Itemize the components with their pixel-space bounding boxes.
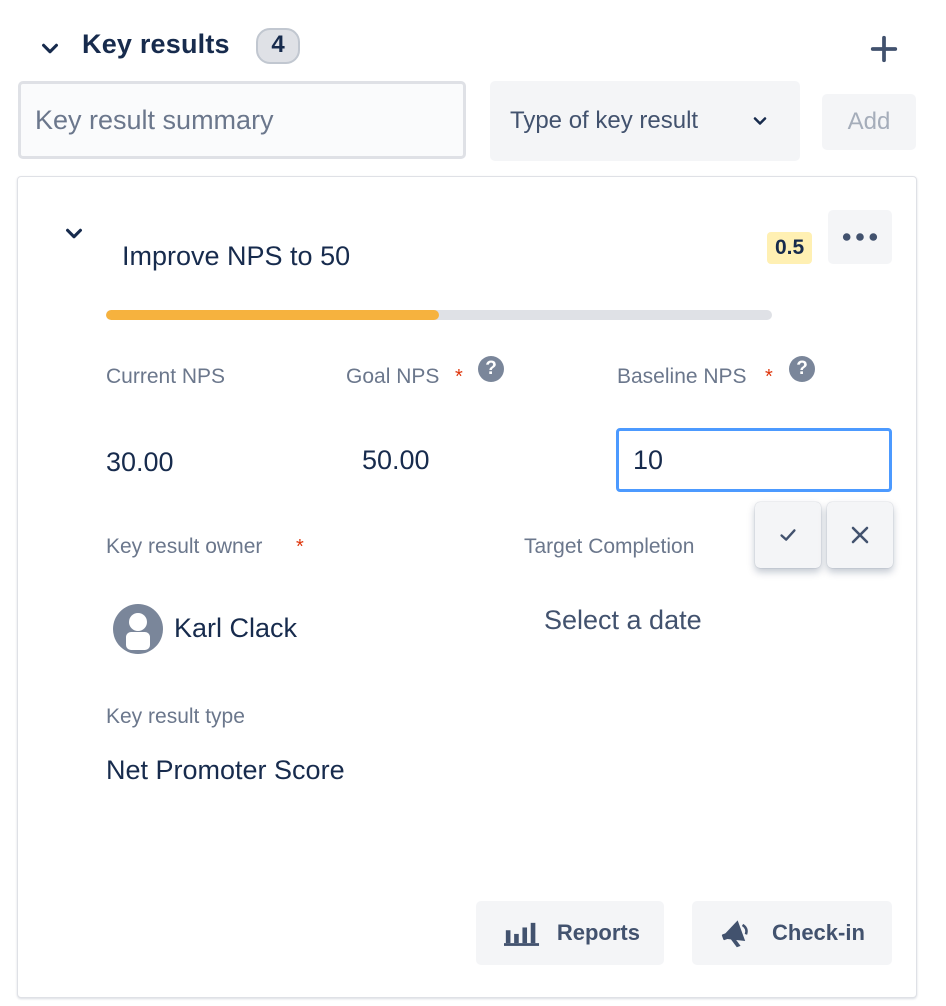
required-marker: * bbox=[765, 366, 773, 388]
question-circle-icon[interactable]: ? bbox=[789, 356, 815, 382]
cancel-edit-button[interactable] bbox=[827, 502, 893, 568]
key-result-name[interactable]: Improve NPS to 50 bbox=[122, 241, 350, 272]
chevron-down-icon bbox=[42, 43, 58, 54]
key-result-type-label: Key result type bbox=[106, 705, 245, 728]
user-avatar-icon bbox=[126, 613, 150, 650]
megaphone-icon bbox=[721, 920, 748, 948]
type-select-label: Type of key result bbox=[510, 107, 699, 134]
check-in-button[interactable]: Check-in bbox=[692, 901, 892, 965]
more-actions-button[interactable] bbox=[828, 210, 892, 264]
key-results-count-badge: 4 bbox=[256, 28, 300, 64]
baseline-nps-input[interactable] bbox=[616, 428, 892, 492]
avatar bbox=[113, 604, 163, 654]
goal-nps-value[interactable]: 50.00 bbox=[362, 445, 430, 476]
key-result-card bbox=[17, 176, 917, 998]
reports-button[interactable]: Reports bbox=[476, 901, 664, 965]
required-marker: * bbox=[296, 536, 304, 558]
check-in-label: Check-in bbox=[772, 920, 865, 945]
current-nps-value[interactable]: 30.00 bbox=[106, 447, 174, 478]
check-icon bbox=[780, 529, 796, 541]
chevron-down-icon bbox=[66, 228, 82, 239]
section-title: Key results bbox=[82, 29, 230, 59]
more-horizontal-icon bbox=[842, 233, 878, 241]
key-result-summary-input[interactable] bbox=[18, 81, 466, 159]
plus-icon bbox=[870, 35, 898, 63]
collapse-key-results-button[interactable] bbox=[35, 34, 65, 64]
confirm-edit-button[interactable] bbox=[755, 502, 821, 568]
collapse-key-result-button[interactable] bbox=[59, 219, 89, 249]
chevron-down-icon bbox=[753, 117, 767, 125]
question-circle-icon[interactable]: ? bbox=[478, 356, 504, 382]
bar-chart-icon bbox=[504, 922, 540, 946]
key-result-type-select[interactable]: Type of key result bbox=[490, 81, 800, 161]
owner-name[interactable]: Karl Clack bbox=[174, 613, 297, 644]
score-badge: 0.5 bbox=[767, 232, 813, 264]
target-date-picker[interactable]: Select a date bbox=[544, 605, 702, 636]
progress-bar bbox=[106, 310, 772, 320]
key-result-type-value: Net Promoter Score bbox=[106, 755, 345, 785]
close-icon bbox=[851, 526, 869, 544]
progress-fill bbox=[106, 310, 439, 320]
goal-nps-label: Goal NPS bbox=[346, 365, 440, 388]
current-nps-label: Current NPS bbox=[106, 365, 226, 388]
add-key-result-button[interactable] bbox=[864, 29, 904, 69]
target-completion-label: Target Completion bbox=[524, 535, 695, 558]
baseline-nps-label: Baseline NPS bbox=[617, 365, 747, 388]
owner-label: Key result owner bbox=[106, 535, 263, 558]
add-button[interactable]: Add bbox=[822, 94, 916, 150]
reports-label: Reports bbox=[556, 920, 640, 945]
required-marker: * bbox=[455, 366, 463, 388]
